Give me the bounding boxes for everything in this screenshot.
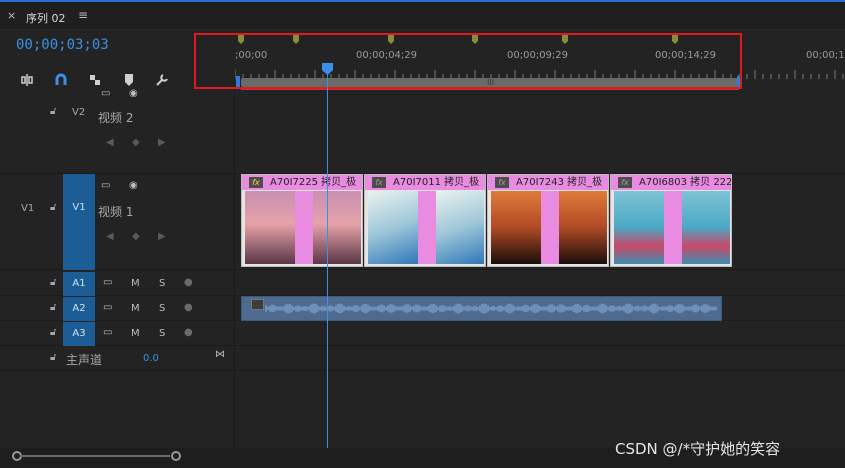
go-to-edit-icon[interactable]: ⋈ xyxy=(215,349,225,360)
audio-waveform xyxy=(265,303,717,314)
film-icon[interactable]: ▭ xyxy=(101,88,110,99)
microphone-icon[interactable]: ● xyxy=(184,277,193,288)
playhead-timecode[interactable]: 00;00;03;03 xyxy=(16,37,109,53)
track-a1: 🔓︎ A1 ▭ M S ● xyxy=(0,272,845,296)
clip-filler xyxy=(664,191,682,264)
playhead-line[interactable] xyxy=(327,74,328,448)
watermark: CSDN @/*守护她的笑容 xyxy=(615,440,781,458)
mute-button[interactable]: M xyxy=(131,303,140,314)
clip-thumbnail xyxy=(313,191,361,264)
prev-keyframe-icon[interactable]: ◀ xyxy=(106,231,114,242)
master-track-name: 主声道 xyxy=(66,353,103,367)
clip-thumbnail xyxy=(559,191,607,264)
track-target-a3[interactable]: A3 xyxy=(63,322,95,346)
fx-badge: fx xyxy=(618,177,632,188)
mute-button[interactable]: M xyxy=(131,328,140,339)
solo-button[interactable]: S xyxy=(159,328,165,339)
solo-button[interactable]: S xyxy=(159,303,165,314)
lock-icon[interactable]: 🔓︎ xyxy=(50,327,56,338)
clip-thumbnail xyxy=(436,191,484,264)
lock-icon[interactable]: 🔓︎ xyxy=(50,352,56,363)
clip-thumbnail xyxy=(245,191,295,264)
voiceover-icon[interactable]: ▭ xyxy=(103,327,112,338)
lock-icon[interactable]: 🔓︎ xyxy=(50,302,56,313)
highlight-annotation xyxy=(194,33,742,89)
add-keyframe-icon[interactable]: ◆ xyxy=(132,231,140,242)
render-bar xyxy=(241,89,739,90)
clip-thumbnail xyxy=(368,191,418,264)
clip-thumbnail xyxy=(614,191,664,264)
wrench-icon[interactable] xyxy=(153,73,171,91)
video-clip[interactable]: A70I7225 拷贝_极 fx xyxy=(241,174,363,267)
snap-icon[interactable] xyxy=(18,73,36,91)
panel-menu-icon[interactable]: ≡ xyxy=(78,8,88,22)
fx-badge: fx xyxy=(372,177,386,188)
track-master: 🔓︎ 主声道 0.0 ⋈ xyxy=(0,347,845,371)
video-clip[interactable]: A70I6803 拷贝 222 fx xyxy=(610,174,732,267)
lock-icon[interactable]: 🔓︎ xyxy=(50,277,56,288)
scroll-right-handle[interactable] xyxy=(171,451,181,461)
voiceover-icon[interactable]: ▭ xyxy=(103,277,112,288)
prev-keyframe-icon[interactable]: ◀ xyxy=(106,137,114,148)
magnet-icon[interactable] xyxy=(52,73,70,91)
track-target-v1[interactable]: V1 xyxy=(63,174,95,270)
track-v2: 🔓︎ V2 ▭ ◉ 视频 2 ◀ ◆ ▶ xyxy=(0,88,845,174)
lock-icon[interactable]: 🔓︎ xyxy=(50,106,56,117)
sequence-tab-title[interactable]: 序列 02 xyxy=(26,10,66,26)
video-clip[interactable]: A70I7011 拷贝_极 fx xyxy=(364,174,486,267)
clip-filler xyxy=(295,191,313,264)
master-volume-value[interactable]: 0.0 xyxy=(143,353,159,364)
voiceover-icon[interactable]: ▭ xyxy=(103,302,112,313)
clip-thumbnail xyxy=(491,191,541,264)
add-keyframe-icon[interactable]: ◆ xyxy=(132,137,140,148)
lock-icon[interactable]: 🔓︎ xyxy=(50,202,56,213)
track-name: 视频 1 xyxy=(98,205,134,219)
source-patch-label: V1 xyxy=(21,203,35,214)
microphone-icon[interactable]: ● xyxy=(184,302,193,313)
scroll-track[interactable] xyxy=(20,455,170,457)
track-label: V2 xyxy=(72,107,86,118)
track-target-a2[interactable]: A2 xyxy=(63,297,95,321)
audio-clip[interactable] xyxy=(241,296,722,321)
panel-header: × 序列 02 ≡ xyxy=(0,2,845,30)
track-target-a1[interactable]: A1 xyxy=(63,272,95,296)
microphone-icon[interactable]: ● xyxy=(184,327,193,338)
video-clip[interactable]: A70I7243 拷贝_极 fx xyxy=(487,174,609,267)
mute-button[interactable]: M xyxy=(131,278,140,289)
clip-filler xyxy=(418,191,436,264)
eye-icon[interactable]: ◉ xyxy=(129,88,138,99)
next-keyframe-icon[interactable]: ▶ xyxy=(158,231,166,242)
ruler-time-label: 00;00;19 xyxy=(806,50,845,61)
clip-filler xyxy=(541,191,559,264)
fx-badge: fx xyxy=(495,177,509,188)
next-keyframe-icon[interactable]: ▶ xyxy=(158,137,166,148)
track-a3: 🔓︎ A3 ▭ M S ● xyxy=(0,322,845,346)
close-icon[interactable]: × xyxy=(7,9,16,22)
eye-icon[interactable]: ◉ xyxy=(129,180,138,191)
solo-button[interactable]: S xyxy=(159,278,165,289)
clip-thumbnail xyxy=(682,191,730,264)
track-name: 视频 2 xyxy=(98,111,134,125)
fx-badge: fx xyxy=(249,177,263,188)
film-icon[interactable]: ▭ xyxy=(101,180,110,191)
